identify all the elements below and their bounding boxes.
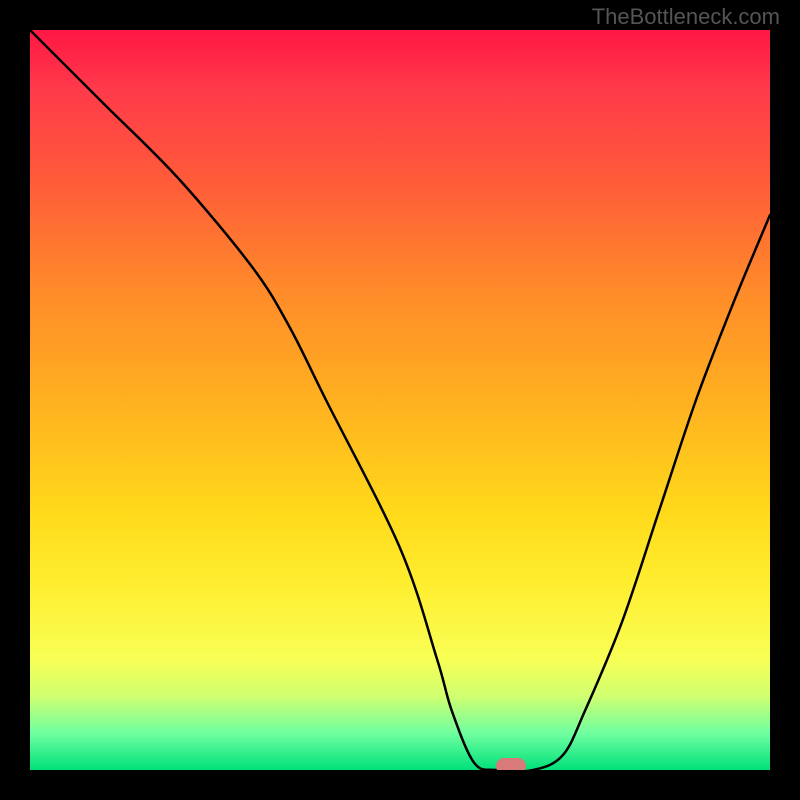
plot-area: [30, 30, 770, 770]
bottleneck-curve: [30, 30, 770, 770]
chart-container: TheBottleneck.com: [0, 0, 800, 800]
curve-layer: [30, 30, 770, 770]
optimal-marker: [496, 758, 526, 770]
watermark-text: TheBottleneck.com: [592, 4, 780, 30]
